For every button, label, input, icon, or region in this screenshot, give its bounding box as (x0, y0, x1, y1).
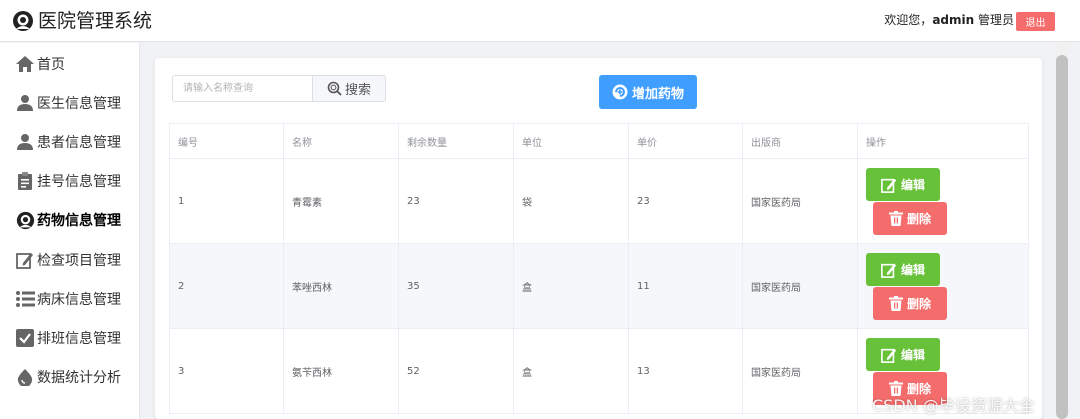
cell-price: 13 (628, 328, 743, 414)
edit-button-label: 编辑 (900, 263, 925, 277)
cell-publisher: 国家医药局 (742, 328, 858, 414)
sidebar-item-medicine[interactable]: 药物信息管理 (0, 205, 139, 235)
sidebar-item-label: 病床信息管理 (37, 292, 121, 308)
trash-icon (888, 296, 903, 311)
watermark: CSDN @毕设资源大全 (872, 396, 1035, 415)
cell-quantity: 35 (398, 243, 514, 329)
sidebar-item-registration[interactable]: 挂号信息管理 (0, 166, 139, 196)
search-input[interactable] (172, 75, 312, 102)
delete-button-label: 删除 (906, 297, 931, 311)
edit-button[interactable]: 编辑 (866, 168, 940, 201)
delete-button[interactable]: 删除 (873, 202, 947, 235)
column-header-unit: 单位 (513, 123, 629, 159)
sidebar-item-label: 挂号信息管理 (37, 174, 121, 190)
column-header-publisher: 出版商 (742, 123, 858, 159)
edit-button-label: 编辑 (900, 348, 925, 362)
user-icon (15, 132, 35, 152)
home-icon (15, 54, 35, 74)
column-header-actions: 操作 (857, 123, 1029, 159)
welcome-prefix: 欢迎您， (884, 13, 933, 27)
top-bar: 医院管理系统 欢迎您，admin 管理员 退出 (0, 0, 1080, 42)
checkbox-icon (15, 328, 35, 348)
add-circle-icon (612, 84, 628, 100)
document-icon (15, 171, 35, 191)
sidebar-item-label: 药物信息管理 (37, 213, 121, 229)
cell-unit: 盒 (513, 328, 629, 414)
cell-actions: 编辑 删除 (857, 158, 1029, 244)
scrollbar-thumb[interactable] (1056, 55, 1068, 419)
column-header-quantity: 剩余数量 (398, 123, 514, 159)
cell-actions: 编辑 删除 (857, 243, 1029, 329)
sidebar-item-label: 排班信息管理 (37, 331, 121, 347)
cell-name: 苯唑西林 (283, 243, 399, 329)
table-row: 2 苯唑西林 35 盒 11 国家医药局 编辑 删除 (169, 243, 1029, 329)
drop-icon (15, 367, 35, 387)
edit-button[interactable]: 编辑 (866, 338, 940, 371)
welcome-text: 欢迎您，admin 管理员 (884, 12, 1014, 28)
username: admin (932, 13, 975, 27)
sidebar-item-statistics[interactable]: 数据统计分析 (0, 362, 139, 392)
sidebar-item-beds[interactable]: 病床信息管理 (0, 284, 139, 314)
column-header-name: 名称 (283, 123, 399, 159)
sidebar-item-label: 检查项目管理 (37, 253, 121, 269)
edit-icon (881, 348, 897, 363)
cell-name: 青霉素 (283, 158, 399, 244)
search-button[interactable]: 搜索 (312, 75, 386, 102)
logout-button[interactable]: 退出 (1016, 12, 1055, 31)
edit-icon (881, 263, 897, 278)
list-icon (15, 289, 35, 309)
cell-id: 3 (169, 328, 284, 414)
column-header-id: 编号 (169, 123, 284, 159)
add-button-label: 增加药物 (631, 86, 684, 102)
cell-price: 11 (628, 243, 743, 329)
medicine-table: 编号 名称 剩余数量 单位 单价 出版商 操作 1 青霉素 23 袋 23 国家… (169, 123, 1029, 414)
app-logo-icon (13, 11, 33, 31)
app-title: 医院管理系统 (38, 10, 153, 32)
edit-icon (15, 250, 35, 270)
user-icon (15, 93, 35, 113)
cell-unit: 袋 (513, 158, 629, 244)
sidebar-item-label: 数据统计分析 (37, 370, 121, 386)
cell-quantity: 52 (398, 328, 514, 414)
table-row: 1 青霉素 23 袋 23 国家医药局 编辑 删除 (169, 158, 1029, 244)
sidebar-item-label: 医生信息管理 (37, 96, 121, 112)
column-header-price: 单价 (628, 123, 743, 159)
cell-id: 2 (169, 243, 284, 329)
sidebar: 首页 医生信息管理 患者信息管理 挂号信息管理 药物信息管理 检查项目管理 病床… (0, 43, 140, 419)
cell-name: 氨苄西林 (283, 328, 399, 414)
app-logo-icon (15, 210, 35, 230)
content-panel: 搜索 增加药物 编号 名称 剩余数量 单位 单价 出版商 操作 1 青霉素 (155, 58, 1042, 419)
cell-price: 23 (628, 158, 743, 244)
edit-button[interactable]: 编辑 (866, 253, 940, 286)
search-icon (327, 81, 342, 96)
edit-icon (881, 178, 897, 193)
cell-quantity: 23 (398, 158, 514, 244)
sidebar-item-doctors[interactable]: 医生信息管理 (0, 88, 139, 118)
trash-icon (888, 211, 903, 226)
sidebar-item-label: 首页 (37, 57, 65, 73)
sidebar-item-examinations[interactable]: 检查项目管理 (0, 245, 139, 275)
cell-publisher: 国家医药局 (742, 158, 858, 244)
add-medicine-button[interactable]: 增加药物 (599, 75, 697, 109)
sidebar-item-patients[interactable]: 患者信息管理 (0, 127, 139, 157)
sidebar-item-home[interactable]: 首页 (0, 49, 139, 79)
delete-button-label: 删除 (906, 212, 931, 226)
table-header-row: 编号 名称 剩余数量 单位 单价 出版商 操作 (169, 123, 1029, 159)
sidebar-item-schedule[interactable]: 排班信息管理 (0, 323, 139, 353)
search-button-label: 搜索 (344, 83, 371, 98)
edit-button-label: 编辑 (900, 178, 925, 192)
cell-publisher: 国家医药局 (742, 243, 858, 329)
cell-id: 1 (169, 158, 284, 244)
delete-button[interactable]: 删除 (873, 287, 947, 320)
user-role: 管理员 (974, 13, 1014, 27)
cell-unit: 盒 (513, 243, 629, 329)
sidebar-item-label: 患者信息管理 (37, 135, 121, 151)
